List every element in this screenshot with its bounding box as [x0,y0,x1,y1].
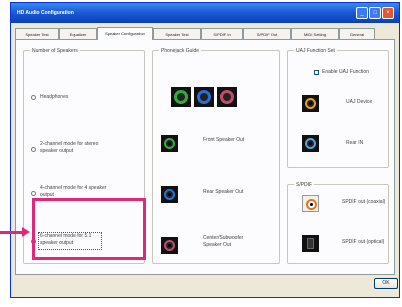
ok-button[interactable]: OK [374,278,398,289]
jack-label-front: Front Speaker Out [203,137,245,143]
jack-ring-icon [164,138,175,149]
jack-front-speaker [161,135,178,152]
uaj-function-group: UAJ Function Set Enable UAJ Function UAJ… [287,48,389,168]
tab-speaker-configuration[interactable]: Speaker Configuration [97,27,153,40]
uaj-function-title: UAJ Function Set [294,48,337,54]
jack-ring-icon [197,90,211,104]
tab-3[interactable]: Speaker Test [153,28,201,39]
arrow-head-icon [22,227,30,237]
spdif-optical-jack [302,235,319,252]
jack-ring-icon [305,138,316,149]
tab-7[interactable]: General [339,28,375,39]
jack-ring-icon [220,90,234,104]
top-jack-pink [217,87,237,107]
top-jack-green [171,87,191,107]
number-of-speakers-title: Number of Speakers [30,48,80,54]
close-button[interactable]: × [382,7,394,19]
enable-uaj-label: Enable UAJ Function [322,69,369,75]
spdif-title: S/PDIF [294,182,315,188]
jack-center-subwoofer [161,237,178,254]
jack-label-rear: Rear Speaker Out [203,189,244,195]
jack-ring-icon [164,240,175,251]
title-bar[interactable]: HD Audio Configuration _ □ × [11,3,399,23]
phonejack-guide-title: Phonejack Guide [159,48,202,54]
tab-1[interactable]: Equalizer [59,28,97,39]
uaj-device-label: UAJ Device [346,99,373,105]
radio-4-channel[interactable] [31,191,36,196]
tab-4[interactable]: S/PDIF In [201,28,243,39]
jack-ring-icon [305,98,316,109]
radio-label-4-channel: 4-channel mode for 4 speaker output [40,185,107,198]
radio-label-headphones: Headphones [40,94,69,100]
radio-headphones[interactable] [31,95,36,100]
top-jack-blue [194,87,214,107]
jack-ring-icon [164,189,175,200]
optical-port-icon [307,238,314,249]
rear-in-label: Rear IN [346,140,364,146]
jack-ring-icon [174,90,188,104]
spdif-coaxial-jack [302,195,319,212]
jack-label-center-subwoofer: Center/Subwoofer Speaker Out [203,235,244,248]
tab-6[interactable]: MIDI Setting [291,28,339,39]
radio-2-channel[interactable] [31,147,36,152]
spdif-coaxial-label: SPDIF out (coaxial) [342,199,386,205]
radio-label-2-channel: 2-channel mode for stereo speaker output [40,141,99,154]
enable-uaj-checkbox[interactable] [314,70,319,75]
maximize-button[interactable]: □ [369,7,381,19]
phonejack-guide-group: Phonejack Guide Front Speaker Out Rear S… [152,48,280,264]
jack-ring-icon [306,199,317,210]
spdif-group: S/PDIF SPDIF out (coaxial) SPDIF out (op… [287,182,389,264]
tab-5[interactable]: S/PDIF Out [243,28,291,39]
window-title: HD Audio Configuration [17,10,74,16]
jack-rear-speaker [161,186,178,203]
uaj-device-jack [302,95,319,112]
minimize-button[interactable]: _ [356,7,368,19]
tab-0[interactable]: Speaker Test [15,28,59,39]
highlight-box [32,198,146,260]
arrow-line [0,231,24,234]
spdif-optical-label: SPDIF out (optical) [342,239,385,245]
rear-in-jack [302,135,319,152]
